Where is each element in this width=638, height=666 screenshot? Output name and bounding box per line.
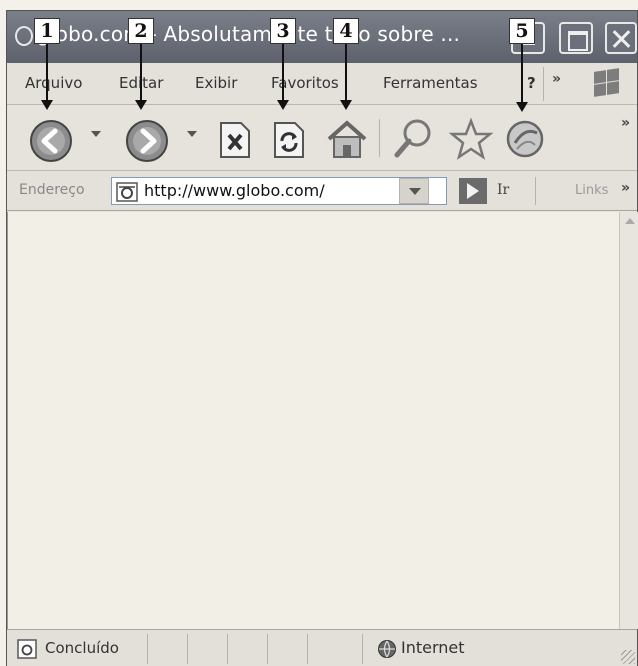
search-icon[interactable] [391,117,435,161]
forward-history-chevron-down-icon[interactable] [185,127,199,141]
status-divider [227,634,228,664]
annotation-arrow-2 [135,44,147,110]
annotation-arrow-3 [277,44,289,110]
status-divider [307,634,308,664]
scroll-up-arrow-icon[interactable] [625,218,635,224]
annotation-label-4: 4 [333,18,359,44]
address-divider [535,177,536,205]
resize-grip-icon[interactable] [621,650,635,664]
go-arrow-icon[interactable] [459,178,487,204]
ie-logo-icon [15,26,33,46]
back-icon[interactable] [29,119,73,163]
annotation-arrow-5 [516,44,528,112]
window-title: globo.com - Absolutamente tudo sobre ... [37,22,461,46]
address-url: http://www.globo.com/ [144,181,325,200]
annotation-arrow-4 [340,44,352,110]
stop-icon[interactable] [217,121,253,159]
menu-ferramentas[interactable]: Ferramentas [383,74,478,92]
menu-arquivo[interactable]: Arquivo [25,74,82,92]
page-favicon-icon [116,182,138,202]
forward-icon[interactable] [125,119,169,163]
status-divider [267,634,268,664]
windows-logo-icon [592,68,620,97]
toolbar-divider [379,119,380,157]
annotation-label-1: 1 [34,18,60,44]
address-dropdown-chevron-down-icon[interactable] [399,178,429,204]
page-status-icon [17,639,37,659]
browser-window: globo.com - Absolutamente tudo sobre ...… [6,10,638,666]
media-icon[interactable] [505,119,545,159]
status-bar: Concluído Internet [7,629,637,666]
home-icon[interactable] [325,117,369,161]
annotation-label-5: 5 [509,18,535,44]
toolbar-chevron-icon[interactable]: » [621,115,630,131]
menu-chevron-icon[interactable]: » [552,71,561,87]
refresh-icon[interactable] [271,121,307,159]
close-button[interactable] [605,22,637,54]
annotation-arrow-1 [41,44,53,110]
status-divider [147,634,148,664]
go-button-label[interactable]: Ir [497,182,509,198]
address-bar: Endereço http://www.globo.com/ Ir Links … [7,171,637,211]
annotation-label-3: 3 [270,18,296,44]
maximize-button[interactable] [559,22,593,54]
status-divider [187,634,188,664]
menu-help[interactable]: ? [527,74,536,92]
status-divider [362,634,363,664]
back-history-chevron-down-icon[interactable] [89,127,103,141]
favorites-star-icon[interactable] [449,117,493,161]
vertical-scrollbar[interactable] [619,212,638,629]
title-bar[interactable]: globo.com - Absolutamente tudo sobre ... [7,11,637,63]
links-button[interactable]: Links [575,183,608,198]
toolbar: » [7,105,637,171]
menu-exibir[interactable]: Exibir [195,74,237,92]
address-label: Endereço [19,182,85,198]
menu-divider [543,67,544,101]
page-content[interactable] [7,212,619,629]
menu-bar: Arquivo Editar Exibir Favoritos Ferramen… [7,63,637,105]
address-input[interactable]: http://www.globo.com/ [111,177,447,205]
status-text: Concluído [45,639,119,657]
links-chevron-icon[interactable]: » [621,180,630,196]
internet-globe-icon [378,640,396,658]
annotation-label-2: 2 [128,18,154,44]
security-zone-label: Internet [401,638,465,657]
